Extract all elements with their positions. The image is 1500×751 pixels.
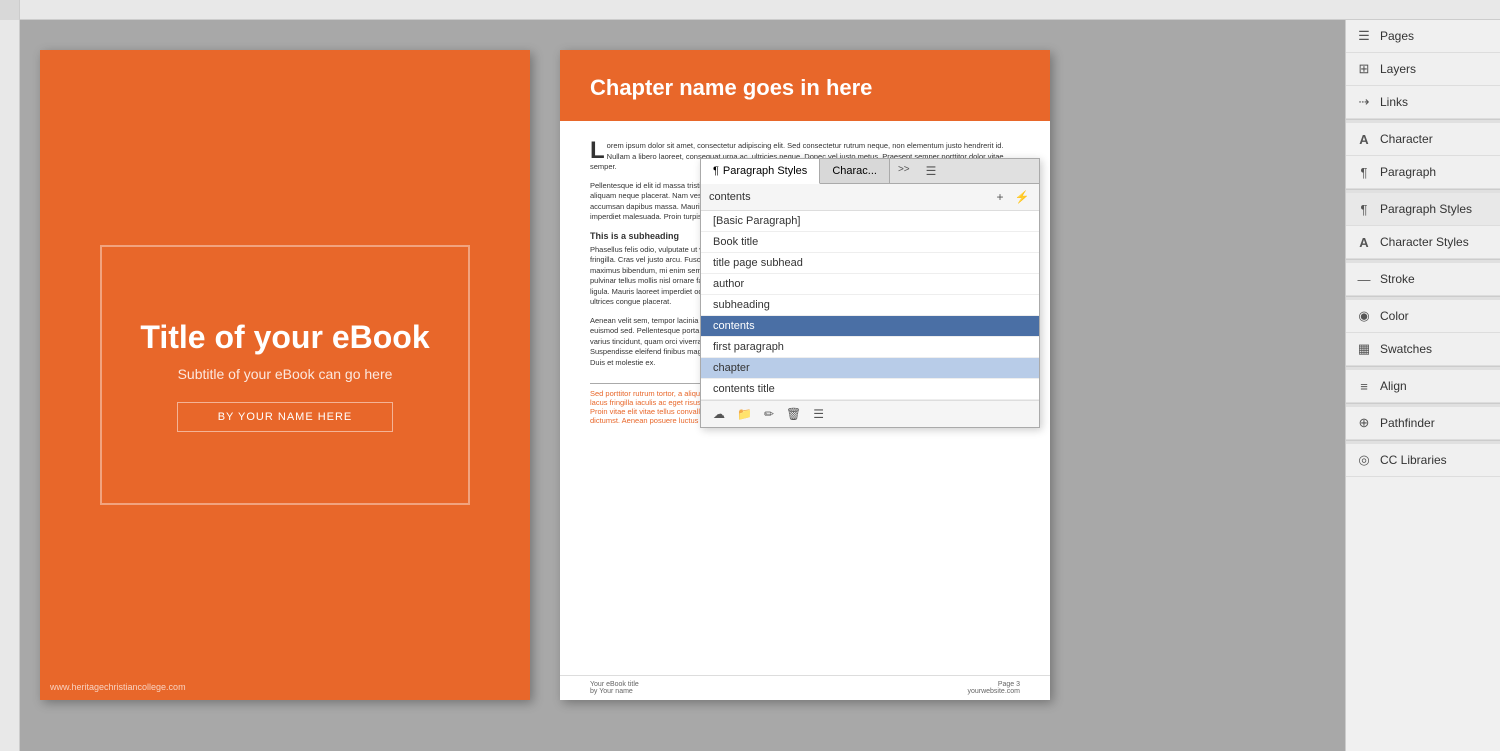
- layers-label: Layers: [1380, 62, 1416, 76]
- pages-label: Pages: [1380, 29, 1414, 43]
- panel-tabs: ¶ Paragraph Styles Charac... >> ☰: [701, 159, 1039, 184]
- paragraph-styles-tab[interactable]: ¶ Paragraph Styles: [701, 159, 820, 184]
- styles-footer: ☁ 📁 ✏ 🗑 ☰: [701, 400, 1039, 427]
- footer-folder-btn[interactable]: 📁: [733, 405, 756, 423]
- footer-cloud-btn[interactable]: ☁: [709, 405, 729, 423]
- paragraph-styles-label: Paragraph Styles: [1380, 202, 1472, 216]
- sidebar-item-pathfinder[interactable]: ⊕ Pathfinder: [1346, 407, 1500, 440]
- layers-icon: ⊞: [1356, 61, 1372, 77]
- links-label: Links: [1380, 95, 1408, 109]
- sidebar-item-pages[interactable]: ☰ Pages: [1346, 20, 1500, 53]
- horizontal-ruler: // ticks rendered via CSS below: [20, 0, 1500, 19]
- style-author[interactable]: author: [701, 274, 1039, 295]
- paragraph-styles-icon: ¶: [1356, 201, 1372, 217]
- style-subheading[interactable]: subheading: [701, 295, 1039, 316]
- more-tabs-button[interactable]: >>: [890, 159, 918, 183]
- right-panel: ☰ Pages ⊞ Layers ⇢ Links A Character ¶ P…: [1345, 20, 1500, 751]
- links-icon: ⇢: [1356, 94, 1372, 110]
- url-text: www.heritagechristiancollege.com: [50, 682, 186, 692]
- footer-trash-btn[interactable]: 🗑: [782, 405, 805, 423]
- character-label: Character: [1380, 132, 1433, 146]
- sidebar-item-character-styles[interactable]: A Character Styles: [1346, 226, 1500, 259]
- cc-libraries-icon: ◎: [1356, 452, 1372, 468]
- panel-menu-button[interactable]: ☰: [918, 159, 945, 183]
- ruler-top: // ticks rendered via CSS below: [0, 0, 1500, 20]
- book-title: Title of your eBook: [140, 318, 429, 356]
- character-styles-label: Character Styles: [1380, 235, 1469, 249]
- paragraph-label: Paragraph: [1380, 165, 1436, 179]
- sidebar-item-swatches[interactable]: ▦ Swatches: [1346, 333, 1500, 366]
- color-label: Color: [1380, 309, 1409, 323]
- paragraph-icon: ¶: [1356, 164, 1372, 180]
- style-chapter[interactable]: chapter: [701, 358, 1039, 379]
- page-footer: Your eBook title by Your name Page 3 you…: [560, 675, 1050, 700]
- footer-author: by Your name: [590, 688, 639, 695]
- footer-left: Your eBook title by Your name: [590, 681, 639, 695]
- paragraph-styles-panel: ¶ Paragraph Styles Charac... >> ☰ conten…: [700, 158, 1040, 428]
- style-first-paragraph[interactable]: first paragraph: [701, 337, 1039, 358]
- sidebar-item-paragraph[interactable]: ¶ Paragraph: [1346, 156, 1500, 189]
- pages-icon: ☰: [1356, 28, 1372, 44]
- char-tab-label: Charac...: [832, 165, 877, 177]
- footer-edit-btn[interactable]: ✏: [760, 405, 778, 423]
- para-tab-label: Paragraph Styles: [723, 165, 807, 177]
- drop-cap: L: [590, 141, 605, 160]
- align-icon: ≡: [1356, 378, 1372, 394]
- cover-page: Title of your eBook Subtitle of your eBo…: [40, 50, 530, 700]
- sidebar-item-character[interactable]: A Character: [1346, 123, 1500, 156]
- style-contents-title[interactable]: contents title: [701, 379, 1039, 400]
- cover-inner-box: Title of your eBook Subtitle of your eBo…: [100, 245, 470, 505]
- ruler-corner: [0, 0, 20, 20]
- footer-menu-btn[interactable]: ☰: [809, 405, 828, 423]
- styles-panel-header: contents + ⚡: [701, 184, 1039, 211]
- main-area: Title of your eBook Subtitle of your eBo…: [0, 20, 1500, 751]
- sidebar-item-layers[interactable]: ⊞ Layers: [1346, 53, 1500, 86]
- styles-list: [Basic Paragraph] Book title title page …: [701, 211, 1039, 400]
- swatches-icon: ▦: [1356, 341, 1372, 357]
- book-subtitle: Subtitle of your eBook can go here: [178, 366, 393, 382]
- cc-libraries-label: CC Libraries: [1380, 453, 1447, 467]
- style-book-title[interactable]: Book title: [701, 232, 1039, 253]
- align-label: Align: [1380, 379, 1407, 393]
- footer-right: Page 3 yourwebsite.com: [967, 681, 1020, 695]
- styles-header-title: contents: [709, 191, 987, 203]
- style-basic-paragraph[interactable]: [Basic Paragraph]: [701, 211, 1039, 232]
- footer-page: Page 3: [967, 681, 1020, 688]
- pathfinder-icon: ⊕: [1356, 415, 1372, 431]
- sidebar-item-color[interactable]: ◉ Color: [1346, 300, 1500, 333]
- author-text: BY YOUR NAME HERE: [218, 411, 353, 423]
- stroke-label: Stroke: [1380, 272, 1415, 286]
- sidebar-item-cc-libraries[interactable]: ◎ CC Libraries: [1346, 444, 1500, 477]
- character-styles-icon: A: [1356, 234, 1372, 250]
- chapter-header: Chapter name goes in here: [560, 50, 1050, 121]
- sidebar-item-links[interactable]: ⇢ Links: [1346, 86, 1500, 119]
- character-tab[interactable]: Charac...: [820, 159, 890, 183]
- para-tab-icon: ¶: [713, 165, 719, 177]
- stroke-icon: —: [1356, 271, 1372, 287]
- sidebar-item-stroke[interactable]: — Stroke: [1346, 263, 1500, 296]
- new-style-button[interactable]: +: [991, 188, 1009, 206]
- character-icon: A: [1356, 131, 1372, 147]
- lightning-button[interactable]: ⚡: [1013, 188, 1031, 206]
- footer-website: yourwebsite.com: [967, 688, 1020, 695]
- footer-book-title: Your eBook title: [590, 681, 639, 688]
- chapter-title: Chapter name goes in here: [590, 75, 1020, 101]
- style-contents[interactable]: contents: [701, 316, 1039, 337]
- author-box: BY YOUR NAME HERE: [177, 402, 394, 432]
- color-icon: ◉: [1356, 308, 1372, 324]
- sidebar-item-paragraph-styles[interactable]: ¶ Paragraph Styles: [1346, 193, 1500, 226]
- style-title-page-subhead[interactable]: title page subhead: [701, 253, 1039, 274]
- vertical-ruler: [0, 20, 20, 751]
- canvas-area: Title of your eBook Subtitle of your eBo…: [20, 20, 1345, 751]
- sidebar-item-align[interactable]: ≡ Align: [1346, 370, 1500, 403]
- pathfinder-label: Pathfinder: [1380, 416, 1435, 430]
- swatches-label: Swatches: [1380, 342, 1432, 356]
